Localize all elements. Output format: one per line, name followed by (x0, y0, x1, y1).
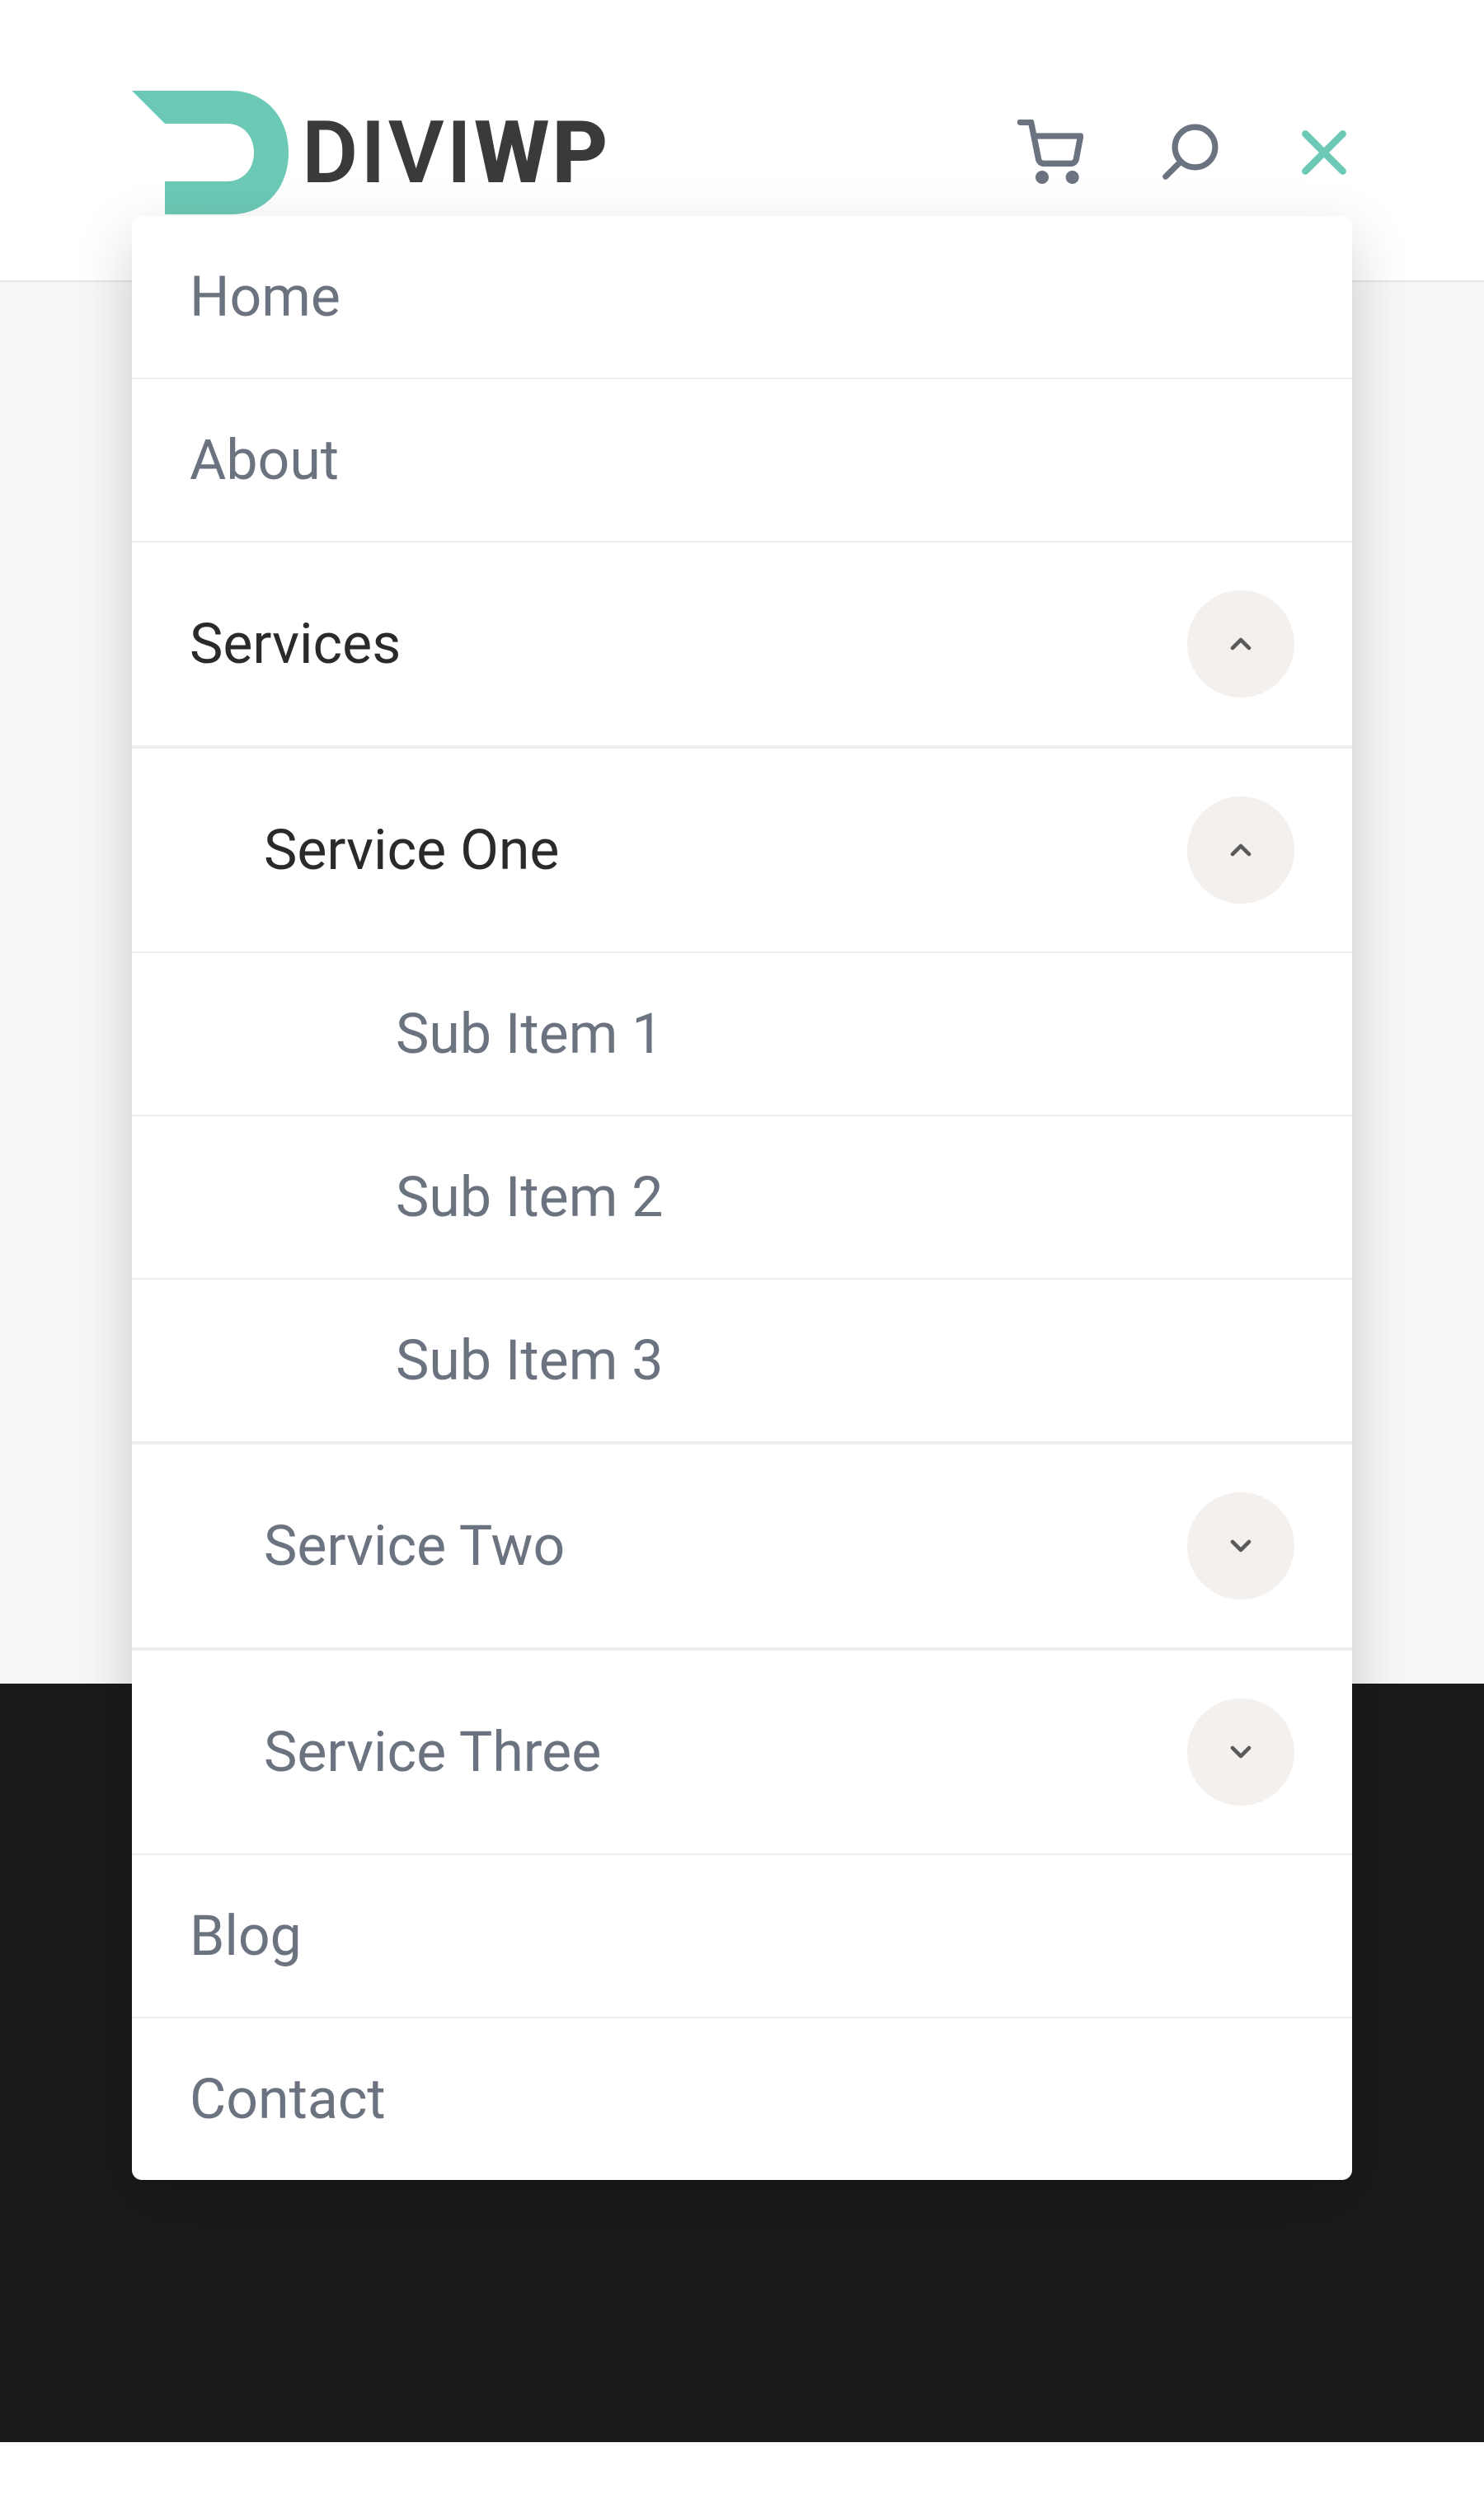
menu-item-blog[interactable]: Blog (132, 1855, 1352, 2018)
menu-item-contact[interactable]: Contact (132, 2018, 1352, 2180)
menu-item-label: Service Three (264, 1719, 601, 1785)
expand-button[interactable] (1187, 1698, 1294, 1806)
collapse-button[interactable] (1187, 590, 1294, 698)
mobile-menu-panel: Home About Services Service One Sub Item… (132, 216, 1352, 2180)
submenu-item-sub-3[interactable]: Sub Item 3 (132, 1280, 1352, 1443)
chevron-down-icon (1224, 1529, 1257, 1562)
menu-item-label: Contact (190, 2066, 386, 2132)
logo-mark-icon (132, 91, 289, 214)
menu-item-services[interactable]: Services (132, 543, 1352, 747)
menu-item-label: Sub Item 3 (396, 1327, 663, 1393)
collapse-button[interactable] (1187, 796, 1294, 904)
header-icons (1017, 120, 1352, 186)
chevron-up-icon (1224, 834, 1257, 867)
menu-item-label: Blog (190, 1903, 302, 1969)
menu-item-label: Sub Item 1 (396, 1001, 663, 1067)
chevron-up-icon (1224, 627, 1257, 660)
page-body: Home About Services Service One Sub Item… (0, 282, 1484, 2442)
submenu-item-sub-1[interactable]: Sub Item 1 (132, 953, 1352, 1116)
menu-item-about[interactable]: About (132, 379, 1352, 543)
menu-item-label: Services (190, 611, 401, 677)
logo-text: DIVIWP (302, 102, 611, 204)
search-icon[interactable] (1158, 120, 1222, 185)
submenu-item-sub-2[interactable]: Sub Item 2 (132, 1116, 1352, 1280)
submenu-item-service-three[interactable]: Service Three (132, 1649, 1352, 1855)
logo[interactable]: DIVIWP (132, 91, 611, 214)
menu-item-label: Sub Item 2 (396, 1164, 663, 1230)
menu-item-label: Service Two (264, 1513, 565, 1579)
menu-item-home[interactable]: Home (132, 216, 1352, 379)
close-icon[interactable] (1296, 124, 1352, 181)
expand-button[interactable] (1187, 1492, 1294, 1600)
cart-icon[interactable] (1017, 120, 1083, 186)
menu-item-label: About (190, 427, 339, 493)
submenu-item-service-two[interactable]: Service Two (132, 1443, 1352, 1649)
chevron-down-icon (1224, 1736, 1257, 1769)
menu-item-label: Home (190, 264, 340, 330)
submenu-item-service-one[interactable]: Service One (132, 747, 1352, 953)
menu-item-label: Service One (264, 817, 559, 883)
